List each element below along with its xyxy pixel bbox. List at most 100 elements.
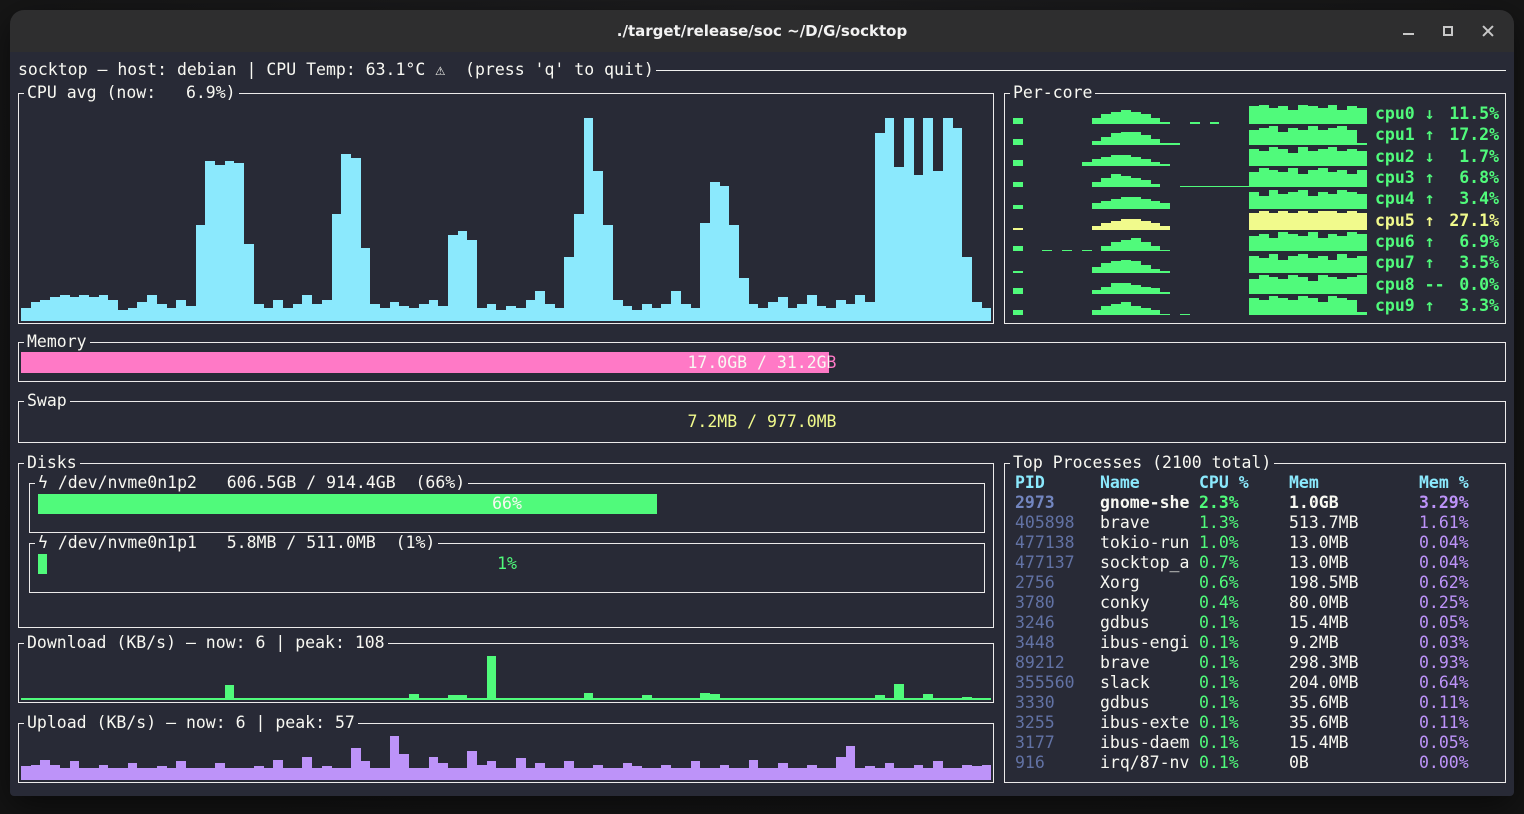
- chart-bar: [21, 308, 31, 321]
- chart-bar: [661, 765, 671, 780]
- spark-bar: [1328, 277, 1338, 294]
- gauge-fill: 1%: [38, 554, 47, 574]
- chart-bar: [700, 223, 710, 321]
- chart-bar: [564, 257, 574, 321]
- spark-bar: [1288, 192, 1298, 209]
- process-row[interactable]: 405898brave1.3%513.7MB1.61%: [1015, 513, 1497, 533]
- lightning-icon: ϟ: [38, 473, 48, 492]
- download-title: Download (KB/s) — now: 6 | peak: 108: [24, 633, 388, 653]
- minimize-button[interactable]: [1396, 19, 1420, 43]
- process-row[interactable]: 3177ibus-daem0.1%15.4MB0.05%: [1015, 733, 1497, 753]
- chart-bar: [603, 698, 613, 700]
- chart-bar: [458, 231, 468, 321]
- chart-bar: [322, 766, 332, 780]
- process-row[interactable]: 355560slack0.1%204.0MB0.64%: [1015, 673, 1497, 693]
- disks-title: Disks: [24, 453, 80, 473]
- spark-bar: [1269, 213, 1279, 230]
- process-row[interactable]: 477138tokio-run1.0%13.0MB0.04%: [1015, 533, 1497, 553]
- chart-bar: [399, 754, 409, 780]
- column-header[interactable]: Mem: [1289, 473, 1419, 493]
- chart-bar: [729, 225, 739, 321]
- disk-1-label: /dev/nvme0n1p1 5.8MB / 511.0MB (1%): [48, 533, 435, 552]
- chart-bar: [526, 768, 536, 780]
- chart-bar: [691, 698, 701, 700]
- chart-bar: [923, 118, 933, 321]
- column-header[interactable]: Mem %: [1419, 473, 1497, 493]
- chart-bar: [526, 698, 536, 700]
- chart-bar: [448, 695, 458, 700]
- chart-bar: [390, 736, 400, 780]
- chart-bar: [972, 698, 982, 700]
- chart-bar: [962, 257, 972, 321]
- process-row[interactable]: 916irq/87-nv0.1%0B0.00%: [1015, 753, 1497, 773]
- process-row[interactable]: 3330gdbus0.1%35.6MB0.11%: [1015, 693, 1497, 713]
- process-row[interactable]: 477137socktop_a0.7%13.0MB0.04%: [1015, 553, 1497, 573]
- chart-bar: [254, 766, 264, 780]
- disk-0-label: /dev/nvme0n1p2 606.5GB / 914.4GB (66%): [48, 473, 465, 492]
- chart-bar: [487, 761, 497, 780]
- spark-bar: [1121, 155, 1131, 166]
- spark-bar: [1278, 279, 1288, 294]
- spark-bar: [1308, 232, 1318, 251]
- process-row[interactable]: 2973gnome-she2.3%1.0GB3.29%: [1015, 493, 1497, 513]
- process-row[interactable]: 3780conky0.4%80.0MB0.25%: [1015, 593, 1497, 613]
- chart-bar: [477, 698, 487, 700]
- spark-bar: [1347, 300, 1357, 315]
- column-header[interactable]: CPU %: [1199, 473, 1289, 493]
- chart-bar: [79, 295, 89, 321]
- chart-bar: [108, 698, 118, 700]
- process-row[interactable]: 3246gdbus0.1%15.4MB0.05%: [1015, 613, 1497, 633]
- chart-bar: [632, 766, 642, 780]
- spark-bar: [1337, 298, 1347, 315]
- cell-cpu: 0.1%: [1199, 653, 1289, 673]
- process-row[interactable]: 3448ibus-engi0.1%9.2MB0.03%: [1015, 633, 1497, 653]
- cpu4-sparkline: [1013, 190, 1367, 209]
- spark-bar: [1092, 141, 1102, 145]
- spark-bar: [1111, 174, 1121, 187]
- chart-bar: [205, 161, 215, 322]
- process-row[interactable]: 89212brave0.1%298.3MB0.93%: [1015, 653, 1497, 673]
- spark-bar: [1249, 213, 1259, 230]
- chart-bar: [642, 695, 652, 700]
- cell-name: ibus-daem: [1100, 733, 1199, 753]
- cell-pid: 2756: [1015, 573, 1100, 593]
- chart-bar: [613, 768, 623, 780]
- spark-bar: [1308, 151, 1318, 166]
- spark-bar: [1249, 172, 1259, 187]
- spark-bar: [1160, 203, 1170, 209]
- chart-bar: [225, 161, 235, 322]
- core-percent: 6.8%: [1459, 168, 1499, 188]
- spark-bar: [1278, 194, 1288, 209]
- spark-bar: [1357, 143, 1367, 145]
- process-row[interactable]: 3255ibus-exte0.1%35.6MB0.11%: [1015, 713, 1497, 733]
- chart-bar: [535, 291, 545, 321]
- spark-bar: [1278, 211, 1288, 230]
- column-header[interactable]: Name: [1100, 473, 1199, 493]
- column-header[interactable]: PID: [1015, 473, 1100, 493]
- spark-bar: [1141, 199, 1151, 209]
- chart-bar: [244, 768, 254, 780]
- chart-bar: [312, 304, 322, 321]
- window-titlebar[interactable]: ./target/release/soc ~/D/G/socktop: [10, 10, 1514, 52]
- chart-bar: [817, 698, 827, 700]
- spark-bar: [1278, 232, 1288, 251]
- chart-bar: [914, 698, 924, 700]
- cell-pid: 3448: [1015, 633, 1100, 653]
- spark-bar: [1092, 226, 1102, 230]
- cpu1-label: cpu1 ↑17.2%: [1375, 125, 1499, 145]
- core-row-cpu4: cpu4 ↑3.4%: [1013, 189, 1499, 209]
- chart-bar: [535, 698, 545, 700]
- cell-memp: 3.29%: [1419, 493, 1497, 513]
- spark-bar: [1160, 122, 1170, 124]
- per-core-panel: Per-core cpu0 ↓11.5%cpu1 ↑17.2%cpu2 ↓1.7…: [1004, 93, 1506, 324]
- chart-bar: [341, 154, 351, 321]
- maximize-button[interactable]: [1436, 19, 1460, 43]
- spark-bar: [1318, 256, 1328, 273]
- core-name-arrow: cpu3 ↑: [1375, 168, 1435, 188]
- chart-bar: [370, 304, 380, 321]
- process-row[interactable]: 2756Xorg0.6%198.5MB0.62%: [1015, 573, 1497, 593]
- chart-bar: [70, 297, 80, 321]
- spark-bar: [1249, 256, 1259, 273]
- close-button[interactable]: [1476, 19, 1500, 43]
- gauge-label: 7.2MB / 977.0MB: [21, 411, 1503, 432]
